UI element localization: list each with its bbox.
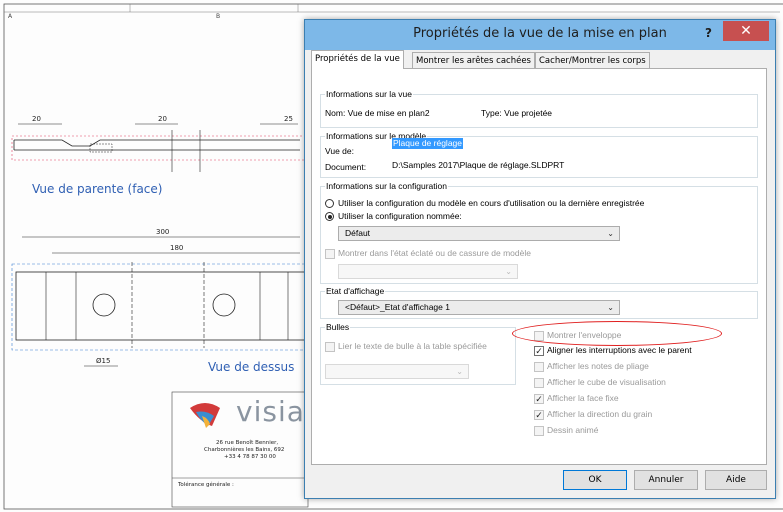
exploded-state-checkbox[interactable] — [325, 249, 335, 259]
document-label: Document: — [325, 162, 367, 172]
animated-drawing-label: Dessin animé — [547, 425, 599, 435]
grain-direction-checkbox[interactable]: ✓ — [534, 410, 544, 420]
view-info-group: Informations sur la vue Nom: Vue de mise… — [320, 89, 758, 128]
tab-panel: Informations sur la vue Nom: Vue de mise… — [311, 68, 767, 465]
company-logo: visia — [236, 395, 305, 428]
config-info-group: Informations sur la configuration Utilis… — [320, 181, 758, 284]
dialog-body: Propriétés de la vue Montrer les arêtes … — [309, 50, 769, 492]
config-info-legend: Informations sur la configuration — [325, 181, 448, 192]
dimension-25: 25 — [284, 115, 293, 123]
view-of-label: Vue de: — [325, 146, 354, 156]
tolerance-label: Tolérance générale : — [178, 482, 234, 488]
model-info-group: Informations sur le modèle Vue de: Plaqu… — [320, 131, 758, 178]
cancel-button[interactable]: Annuler — [634, 470, 698, 490]
view-type: Type: Vue projetée — [481, 108, 553, 118]
link-balloon-checkbox[interactable] — [325, 342, 335, 352]
parent-view-label: Vue de parente (face) — [32, 182, 163, 196]
dimension-diameter: Ø15 — [96, 357, 111, 365]
view-of-value[interactable]: Plaque de réglage — [392, 138, 464, 149]
fixed-face-checkbox[interactable]: ✓ — [534, 394, 544, 404]
bend-notes-label: Afficher les notes de pliage — [547, 361, 649, 371]
bend-notes-checkbox[interactable] — [534, 362, 544, 372]
column-header: B — [216, 13, 221, 20]
display-state-group: Etat d'affichage <Défaut>_Etat d'afficha… — [320, 286, 758, 319]
view-cube-checkbox[interactable] — [534, 378, 544, 388]
balloons-legend: Bulles — [325, 322, 351, 333]
dimension-300: 300 — [156, 228, 170, 236]
tab-hidden-edges[interactable]: Montrer les arêtes cachées — [412, 52, 535, 68]
link-balloon-select[interactable]: ⌄ — [325, 364, 469, 379]
link-balloon-label: Lier le texte de bulle à la table spécif… — [338, 341, 487, 351]
chevron-down-icon: ⌄ — [456, 367, 463, 376]
display-state-legend: Etat d'affichage — [325, 286, 386, 297]
top-view-label: Vue de dessus — [208, 360, 295, 374]
view-cube-label: Afficher le cube de visualisation — [547, 377, 666, 387]
animated-drawing-checkbox[interactable] — [534, 426, 544, 436]
dialog-titlebar[interactable]: Propriétés de la vue de la mise en plan … — [305, 20, 775, 50]
radio-named-config-label[interactable]: Utiliser la configuration nommée: — [338, 211, 462, 222]
balloons-group: Bulles Lier le texte de bulle à la table… — [320, 322, 516, 385]
align-breaks-label[interactable]: Aligner les interruptions avec le parent — [547, 345, 692, 356]
fixed-face-label: Afficher la face fixe — [547, 393, 619, 403]
view-info-legend: Informations sur la vue — [325, 89, 413, 100]
close-icon: ✕ — [740, 23, 752, 39]
exploded-state-label: Montrer dans l'état éclaté ou de cassure… — [338, 248, 531, 258]
tab-hide-show-bodies[interactable]: Cacher/Montrer les corps — [535, 52, 650, 68]
config-select-value: Défaut — [345, 228, 371, 238]
help-button[interactable]: Aide — [705, 470, 767, 490]
address-line: Charbonnières les Bains, 692 — [204, 447, 285, 453]
radio-named-config[interactable] — [325, 212, 334, 221]
chevron-down-icon: ⌄ — [607, 303, 614, 312]
radio-current-config-label[interactable]: Utiliser la configuration du modèle en c… — [338, 198, 644, 209]
drawing-view-properties-dialog: Propriétés de la vue de la mise en plan … — [304, 19, 776, 499]
config-select[interactable]: Défaut ⌄ — [338, 226, 620, 241]
ok-button[interactable]: OK — [563, 470, 627, 490]
address-line: 26 rue Benoît Bennier, — [216, 440, 279, 446]
grain-direction-label: Afficher la direction du grain — [547, 409, 653, 419]
radio-current-config[interactable] — [325, 199, 334, 208]
phone-line: +33 4 78 87 30 00 — [224, 454, 276, 460]
chevron-down-icon: ⌄ — [607, 229, 614, 238]
display-state-select[interactable]: <Défaut>_Etat d'affichage 1 ⌄ — [338, 300, 620, 315]
align-breaks-checkbox[interactable]: ✓ — [534, 346, 544, 356]
view-name: Nom: Vue de mise en plan2 — [325, 108, 430, 118]
column-header: A — [8, 13, 13, 20]
document-path: D:\Samples 2017\Plaque de réglage.SLDPRT — [392, 160, 565, 170]
exploded-state-select[interactable]: ⌄ — [338, 264, 518, 279]
chevron-down-icon: ⌄ — [505, 267, 512, 276]
highlight-ellipse — [512, 321, 722, 346]
help-icon[interactable]: ? — [705, 26, 712, 40]
dimension-180: 180 — [170, 244, 184, 252]
tab-view-properties[interactable]: Propriétés de la vue — [311, 50, 404, 69]
display-state-value: <Défaut>_Etat d'affichage 1 — [345, 302, 450, 312]
dimension-20: 20 — [32, 115, 41, 123]
dimension-20: 20 — [158, 115, 167, 123]
close-button[interactable]: ✕ — [723, 21, 769, 41]
